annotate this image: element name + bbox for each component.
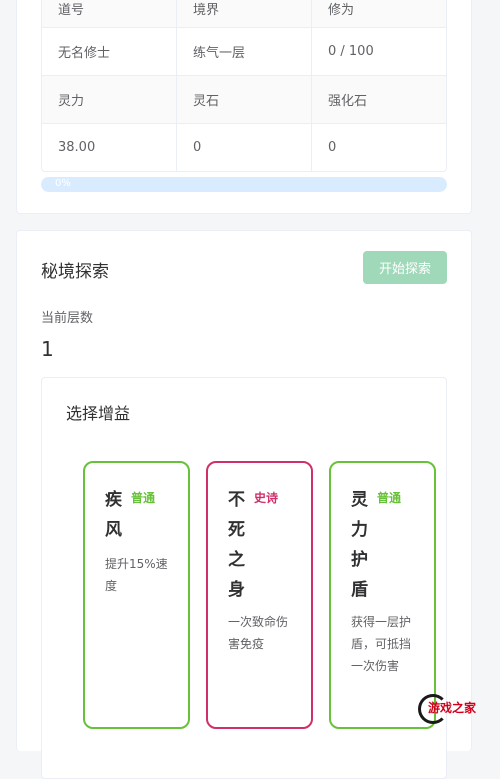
buff-card-rarity: 普通 (131, 491, 156, 505)
header-cell-cultivation: 修为 (311, 0, 446, 27)
watermark-logo: 游戏之家 (418, 692, 492, 724)
secret-realm-panel: 秘境探索 开始探索 当前层数 1 选择增益 疾风 普通 提升15%速度 不死之身… (16, 230, 472, 779)
table-row: 道号 境界 修为 (42, 0, 446, 27)
value-cell-daohao: 无名修士 (58, 46, 111, 61)
watermark-text: 游戏之家 (428, 701, 477, 715)
value-cell-spirit-power: 38.00 (58, 140, 96, 155)
floor-label: 当前层数 (41, 311, 94, 326)
buff-card-name: 不死之身 (228, 490, 245, 600)
buff-card-name: 灵力护盾 (351, 490, 368, 600)
table-row: 38.00 0 0 (42, 123, 446, 171)
table-row: 灵力 灵石 强化石 (42, 75, 446, 123)
value-cell-cultivation: 0 / 100 (311, 28, 446, 75)
header-cell-realm: 境界 (176, 0, 311, 27)
buff-card-rarity: 普通 (377, 491, 402, 505)
cultivation-progress-bar: 0% (41, 177, 447, 192)
buff-card-desc: 一次致命伤害免疫 (228, 615, 289, 651)
buff-card-spirit-shield[interactable]: 灵力护盾 普通 获得一层护盾，可抵挡一次伤害 (329, 461, 436, 729)
buff-title: 选择增益 (66, 404, 131, 423)
value-cell-realm: 练气一层 (176, 28, 311, 75)
value-cell-enhance-stone: 0 (311, 124, 446, 171)
buff-selection-box: 选择增益 疾风 普通 提升15%速度 不死之身 史诗 一次致命伤害免疫 灵力护盾… (41, 377, 447, 779)
buff-card-rarity: 史诗 (254, 491, 279, 505)
buff-card-name: 疾风 (105, 490, 122, 540)
buff-card-undying-body[interactable]: 不死之身 史诗 一次致命伤害免疫 (206, 461, 313, 729)
buff-card-desc: 提升15%速度 (105, 557, 168, 593)
header-cell-enhance-stone: 强化石 (311, 76, 446, 123)
progress-label: 0% (55, 178, 71, 189)
start-explore-button[interactable]: 开始探索 (363, 251, 447, 284)
header-cell-spirit-power: 灵力 (58, 94, 85, 109)
section-title: 秘境探索 (41, 262, 109, 282)
header-cell-daohao: 道号 (58, 3, 85, 18)
floor-value: 1 (41, 337, 54, 361)
buff-card-desc: 获得一层护盾，可抵挡一次伤害 (351, 615, 412, 673)
player-stats-panel: 道号 境界 修为 无名修士 练气一层 0 / 100 灵力 灵石 强化石 38.… (16, 0, 472, 214)
header-cell-spirit-stone: 灵石 (176, 76, 311, 123)
buff-card-swift-wind[interactable]: 疾风 普通 提升15%速度 (83, 461, 190, 729)
value-cell-spirit-stone: 0 (176, 124, 311, 171)
player-stats-table: 道号 境界 修为 无名修士 练气一层 0 / 100 灵力 灵石 强化石 38.… (41, 0, 447, 172)
table-row: 无名修士 练气一层 0 / 100 (42, 27, 446, 75)
